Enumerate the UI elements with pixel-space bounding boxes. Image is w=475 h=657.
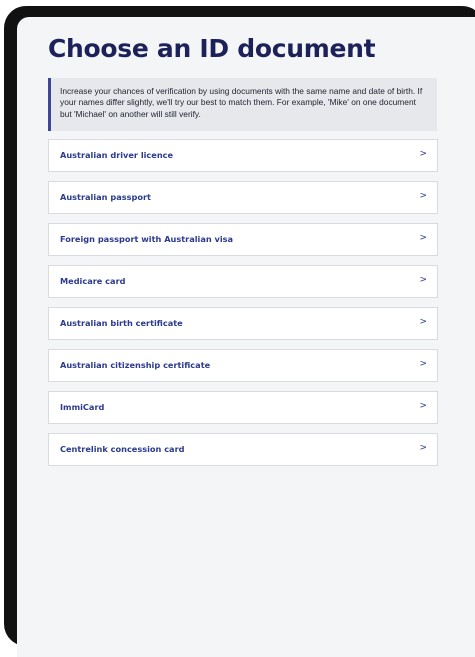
chevron-right-icon: > [419,275,427,285]
document-option-label: Australian driver licence [60,150,174,160]
chevron-right-icon: > [419,401,427,411]
document-option-centrelink-card[interactable]: Centrelink concession card > [48,433,438,466]
chevron-right-icon: > [419,149,427,159]
document-option-medicare-card[interactable]: Medicare card > [48,265,438,298]
chevron-right-icon: > [419,233,427,243]
chevron-right-icon: > [419,359,427,369]
document-option-label: Foreign passport with Australian visa [60,234,234,244]
document-option-label: ImmiCard [60,402,105,412]
document-option-foreign-passport[interactable]: Foreign passport with Australian visa > [48,223,438,256]
document-option-label: Australian passport [60,192,151,202]
document-option-driver-licence[interactable]: Australian driver licence > [48,139,438,172]
document-option-label: Centrelink concession card [60,444,185,454]
document-option-label: Australian citizenship certificate [60,360,211,370]
document-option-birth-certificate[interactable]: Australian birth certificate > [48,307,438,340]
chevron-right-icon: > [419,443,427,453]
chevron-right-icon: > [419,191,427,201]
document-option-immicard[interactable]: ImmiCard > [48,391,438,424]
chevron-right-icon: > [419,317,427,327]
document-option-passport[interactable]: Australian passport > [48,181,438,214]
document-option-label: Medicare card [60,276,126,286]
info-notice: Increase your chances of verification by… [48,78,437,131]
document-option-citizenship-certificate[interactable]: Australian citizenship certificate > [48,349,438,382]
document-option-label: Australian birth certificate [60,318,183,328]
page-title: Choose an ID document [48,34,376,63]
document-list: Australian driver licence > Australian p… [48,139,438,475]
